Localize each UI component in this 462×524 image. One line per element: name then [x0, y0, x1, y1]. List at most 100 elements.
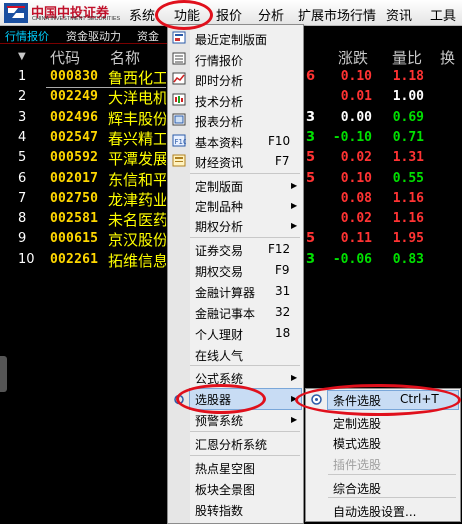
- volume-ratio: 1.95: [392, 231, 424, 246]
- menu-separator: [190, 365, 300, 366]
- menu-tools[interactable]: 工具: [430, 5, 456, 24]
- row-index: 2: [18, 89, 27, 104]
- function-menu-item[interactable]: 财经资讯: [195, 154, 243, 171]
- function-menu-item[interactable]: 股转指数: [195, 502, 243, 519]
- realtime-chart-icon: [172, 72, 186, 85]
- volume-ratio: 1.16: [392, 211, 424, 226]
- stock-code[interactable]: 002581: [50, 211, 98, 226]
- function-menu-item[interactable]: 热点星空图: [195, 460, 255, 477]
- price-change: 0.10: [340, 171, 372, 186]
- menu-separator: [190, 173, 300, 174]
- stock-name[interactable]: 拓维信息: [108, 250, 166, 271]
- f10-icon: F10: [172, 134, 186, 147]
- menu-shortcut: 32: [275, 305, 291, 319]
- stock-name[interactable]: 鲁西化工: [108, 67, 166, 88]
- highlight-ellipse-function-menu: [155, 0, 213, 30]
- stock-code[interactable]: 000592: [50, 150, 98, 165]
- partial-column-value: 3: [306, 130, 316, 145]
- column-header-name[interactable]: 名称: [110, 47, 140, 68]
- stock-name[interactable]: 东信和平: [108, 169, 166, 190]
- stock-code[interactable]: 002547: [50, 130, 98, 145]
- partial-column-value: 5: [306, 150, 316, 165]
- column-header-change[interactable]: 涨跌: [338, 47, 368, 68]
- row-index: 9: [18, 231, 27, 246]
- stock-name[interactable]: 大洋电机: [108, 87, 166, 108]
- tab-capital[interactable]: 资金: [137, 28, 159, 44]
- row-index: 8: [18, 211, 27, 226]
- function-menu-item[interactable]: 个人理财: [195, 326, 243, 343]
- row-index: 10: [18, 252, 35, 267]
- price-change: 0.00: [340, 110, 372, 125]
- column-header-code[interactable]: 代码: [50, 47, 80, 68]
- volume-ratio: 0.55: [392, 171, 424, 186]
- partial-column-value: 5: [306, 231, 316, 246]
- highlight-ellipse-stock-picker: [176, 384, 266, 414]
- stock-code[interactable]: 002496: [50, 110, 98, 125]
- function-menu-item[interactable]: 金融计算器: [195, 284, 255, 301]
- submenu-separator: [328, 474, 456, 475]
- function-menu-item[interactable]: 技术分析: [195, 93, 243, 110]
- function-menu-item[interactable]: 在线人气: [195, 347, 243, 364]
- stock-picker-menu-item[interactable]: 综合选股: [333, 480, 381, 497]
- stock-name[interactable]: 春兴精工: [108, 128, 166, 149]
- stock-picker-menu-item[interactable]: 自动选股设置...: [333, 503, 416, 520]
- stock-code[interactable]: 002249: [50, 89, 98, 104]
- function-menu-item[interactable]: 证券交易: [195, 242, 243, 259]
- logo-mark-icon: [4, 3, 28, 23]
- stock-picker-menu-item[interactable]: 模式选股: [333, 435, 381, 452]
- menu-extended-market[interactable]: 扩展市场行情: [298, 5, 376, 24]
- function-menu-item[interactable]: 预警系统: [195, 412, 243, 429]
- menu-analysis[interactable]: 分析: [258, 5, 284, 24]
- volume-ratio: 1.18: [392, 69, 424, 84]
- stock-name[interactable]: 龙津药业: [108, 189, 166, 210]
- row-index: 6: [18, 171, 27, 186]
- tab-quotes[interactable]: 行情报价: [5, 28, 49, 44]
- stock-code[interactable]: 000615: [50, 231, 98, 246]
- app-logo: 中国中投证券 CHINA INVESTMENT SECURITIES: [4, 2, 122, 24]
- row-index: 7: [18, 191, 27, 206]
- stock-code[interactable]: 002261: [50, 252, 98, 267]
- column-header-turnover[interactable]: 换: [440, 47, 455, 68]
- menu-quote[interactable]: 报价: [216, 5, 242, 24]
- menu-news[interactable]: 资讯: [386, 5, 412, 24]
- tab-capital-drive[interactable]: 资金驱动力: [66, 28, 121, 44]
- function-menu-item[interactable]: 定制版面: [195, 178, 243, 195]
- menu-shortcut: F10: [268, 134, 291, 148]
- menu-shortcut: F9: [275, 263, 290, 277]
- function-menu-item[interactable]: 行情报价: [195, 52, 243, 69]
- stock-code[interactable]: 002750: [50, 191, 98, 206]
- stock-name[interactable]: 辉丰股份: [108, 108, 166, 129]
- volume-ratio: 1.16: [392, 191, 424, 206]
- menu-bar: 中国中投证券 CHINA INVESTMENT SECURITIES 系统 功能…: [0, 0, 462, 26]
- stock-name[interactable]: 京汉股份: [108, 229, 166, 250]
- function-menu-item[interactable]: 即时分析: [195, 72, 243, 89]
- stock-name[interactable]: 平潭发展: [108, 148, 166, 169]
- menu-system[interactable]: 系统: [129, 5, 155, 24]
- price-change: 0.02: [340, 150, 372, 165]
- stock-code[interactable]: 002017: [50, 171, 98, 186]
- quote-list-icon: [172, 52, 186, 65]
- stock-picker-menu-item[interactable]: 定制选股: [333, 415, 381, 432]
- function-menu-item[interactable]: 期权交易: [195, 263, 243, 280]
- price-change: 0.01: [340, 89, 372, 104]
- stock-code[interactable]: 000830: [50, 69, 98, 84]
- submenu-separator: [328, 497, 456, 498]
- stock-name[interactable]: 未名医药: [108, 209, 166, 230]
- logo-subtext: CHINA INVESTMENT SECURITIES: [32, 16, 121, 22]
- function-menu-item[interactable]: 最近定制版面: [195, 31, 267, 48]
- function-menu-item[interactable]: 金融记事本: [195, 305, 255, 322]
- volume-ratio: 0.83: [392, 252, 424, 267]
- side-panel-handle[interactable]: [0, 356, 7, 392]
- function-menu-item[interactable]: 报表分析: [195, 113, 243, 130]
- function-menu-item[interactable]: 基本资料: [195, 134, 243, 151]
- column-header-volume-ratio[interactable]: 量比: [392, 47, 422, 68]
- volume-ratio: 0.71: [392, 130, 424, 145]
- function-menu-item[interactable]: 汇恩分析系统: [195, 436, 267, 453]
- candlestick-icon: [172, 93, 186, 106]
- menu-separator: [190, 431, 300, 432]
- function-menu-item[interactable]: 期权分析: [195, 218, 243, 235]
- menu-separator: [190, 237, 300, 238]
- function-menu-item[interactable]: 板块全景图: [195, 481, 255, 498]
- header-sort-arrow[interactable]: ▼: [18, 51, 26, 62]
- function-menu-item[interactable]: 定制品种: [195, 198, 243, 215]
